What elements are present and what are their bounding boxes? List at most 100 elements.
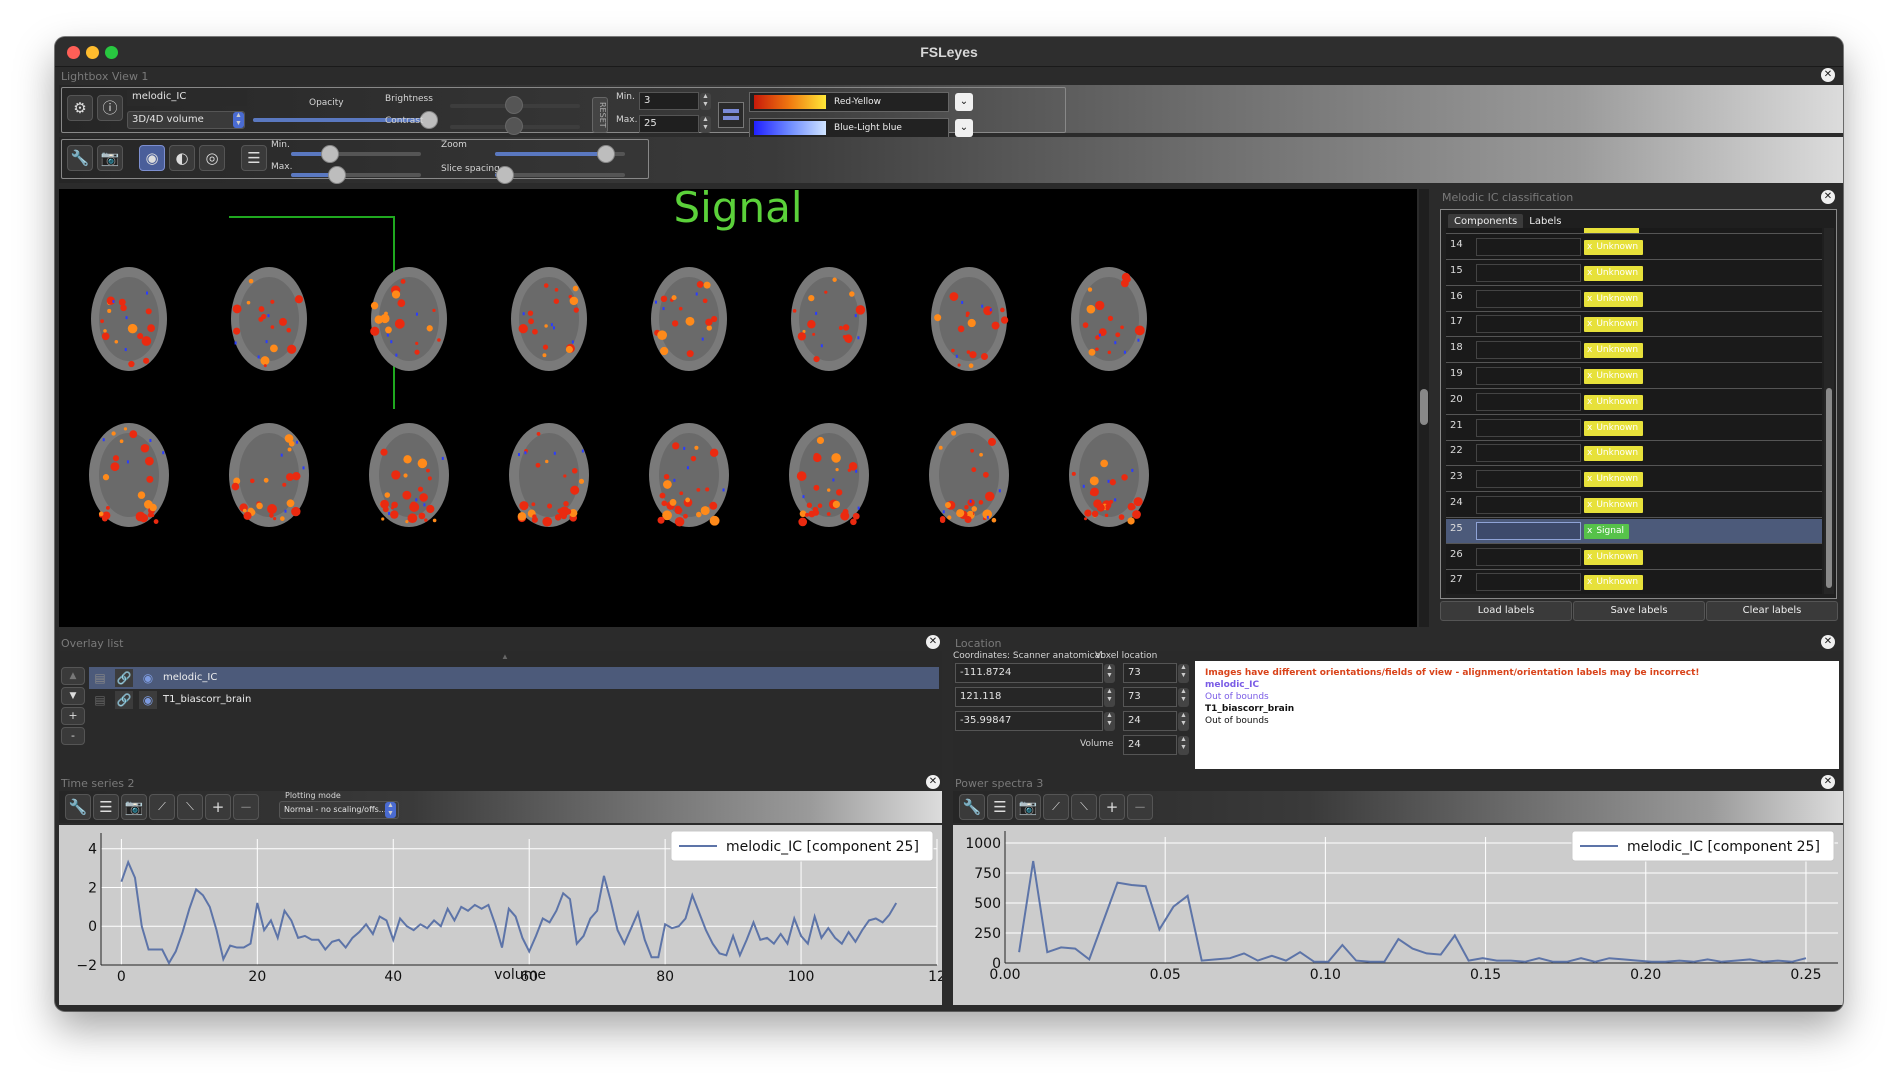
label-entry-field[interactable]: [1476, 444, 1581, 463]
label-entry-field[interactable]: [1476, 470, 1581, 489]
gear-icon[interactable]: ⚙: [67, 95, 93, 121]
component-label-tag[interactable]: x Unknown: [1584, 394, 1644, 410]
component-row[interactable]: 16 x Unknown: [1446, 287, 1822, 312]
lightbox-canvas[interactable]: Signal: [59, 183, 1417, 627]
remove-label-icon[interactable]: x: [1587, 292, 1592, 307]
component-label-tag[interactable]: x Signal: [1584, 523, 1629, 539]
overlay-item-t1[interactable]: ▤ 🔗 ◉ T1_biascorr_brain: [89, 689, 939, 711]
positive-colormap-select[interactable]: Red-Yellow: [749, 92, 949, 112]
remove-label-icon[interactable]: x: [1587, 369, 1592, 384]
component-label-tag[interactable]: x Unknown: [1584, 420, 1644, 436]
import-data-icon[interactable]: ⟋: [1043, 794, 1069, 820]
min-range-stepper[interactable]: ▲ ▼: [700, 93, 711, 110]
remove-label-icon[interactable]: x: [1587, 550, 1592, 565]
label-entry-field[interactable]: [1476, 573, 1581, 592]
remove-label-icon[interactable]: x: [1587, 240, 1592, 255]
label-entry-field[interactable]: [1476, 263, 1581, 282]
component-label-tag[interactable]: x Unknown: [1584, 265, 1644, 281]
camera-icon[interactable]: 📷: [97, 145, 123, 171]
component-label-tag[interactable]: x Unknown: [1584, 549, 1644, 565]
remove-series-icon[interactable]: −: [1127, 794, 1153, 820]
wrench-icon[interactable]: 🔧: [959, 794, 985, 820]
powerspectra-plot[interactable]: 0.00 0.05 0.10 0.15 0.20 0.25 0 250 500 750 1000 me…: [953, 825, 1843, 1005]
coordinate-x-stepper[interactable]: ▲ ▼: [1104, 664, 1115, 683]
positive-colormap-chevron-icon[interactable]: ⌄: [955, 93, 973, 111]
reset-button[interactable]: RESET: [592, 97, 608, 133]
component-label-tag[interactable]: x Unknown: [1584, 446, 1644, 462]
wrench-icon[interactable]: 🔧: [65, 794, 91, 820]
voxel-z-input[interactable]: 24: [1123, 711, 1177, 731]
remove-series-icon[interactable]: −: [233, 794, 259, 820]
component-label-tag[interactable]: x Unknown: [1584, 291, 1644, 307]
voxel-y-input[interactable]: 73: [1123, 687, 1177, 707]
component-row[interactable]: 15 x Unknown: [1446, 261, 1822, 286]
component-row[interactable]: 25 x Signal: [1446, 518, 1822, 544]
melodic-close-icon[interactable]: ✕: [1821, 190, 1835, 204]
coordinate-x-input[interactable]: -111.8724: [955, 663, 1103, 683]
max-range-stepper[interactable]: ▲ ▼: [700, 116, 711, 133]
label-entry-field[interactable]: [1476, 367, 1581, 385]
remove-label-icon[interactable]: x: [1587, 395, 1592, 410]
lightbox-scrollbar[interactable]: [1419, 189, 1429, 627]
save-overlay-icon[interactable]: ▤: [91, 691, 109, 709]
remove-label-icon[interactable]: x: [1587, 266, 1592, 281]
import-data-icon[interactable]: ⟋: [149, 794, 175, 820]
load-labels-button[interactable]: Load labels: [1440, 601, 1572, 621]
slice-max-knob[interactable]: [327, 166, 346, 184]
slice-range-icon[interactable]: ☰: [241, 145, 267, 171]
component-row[interactable]: 21 x Unknown: [1446, 416, 1822, 441]
coordinate-y-input[interactable]: 121.118: [955, 687, 1103, 707]
label-entry-field[interactable]: [1476, 341, 1581, 360]
wrench-icon[interactable]: 🔧: [67, 145, 93, 171]
overlay-scroll-up-icon[interactable]: ▲: [501, 652, 509, 661]
label-entry-field[interactable]: [1476, 315, 1581, 334]
component-row[interactable]: 20 x Unknown: [1446, 390, 1822, 415]
camera-icon[interactable]: 📷: [121, 794, 147, 820]
component-label-tag[interactable]: x Unknown: [1584, 498, 1644, 513]
component-row[interactable]: 17 x Unknown: [1446, 312, 1822, 338]
visibility-eye-icon[interactable]: ◉: [139, 691, 157, 709]
add-series-icon[interactable]: +: [1099, 794, 1125, 820]
remove-overlay-icon[interactable]: -: [61, 727, 85, 745]
remove-label-icon[interactable]: x: [1587, 472, 1592, 487]
remove-label-icon[interactable]: x: [1587, 317, 1592, 332]
coordinate-z-input[interactable]: -35.99847: [955, 711, 1103, 731]
tab-components[interactable]: Components: [1448, 214, 1524, 229]
label-entry-field[interactable]: [1476, 392, 1581, 411]
component-row[interactable]: 14 x Unknown: [1446, 235, 1822, 260]
label-entry-field[interactable]: [1476, 521, 1581, 540]
brightness-slider-knob[interactable]: [505, 96, 523, 114]
coronal-view-icon[interactable]: ◎: [199, 145, 225, 171]
powerspectra-close-icon[interactable]: ✕: [1821, 775, 1835, 789]
voxel-y-stepper[interactable]: ▲ ▼: [1178, 688, 1189, 707]
remove-label-icon[interactable]: x: [1587, 575, 1592, 590]
axial-view-icon[interactable]: ◉: [139, 145, 165, 171]
remove-label-icon[interactable]: x: [1587, 446, 1592, 461]
component-list-scroll-thumb[interactable]: [1826, 388, 1832, 588]
save-labels-button[interactable]: Save labels: [1573, 601, 1705, 621]
voxel-x-stepper[interactable]: ▲ ▼: [1178, 664, 1189, 683]
export-data-icon[interactable]: ⟍: [177, 794, 203, 820]
link-icon[interactable]: 🔗: [115, 669, 133, 687]
visibility-eye-icon[interactable]: ◉: [139, 669, 157, 687]
voxel-x-input[interactable]: 73: [1123, 663, 1177, 683]
remove-label-icon[interactable]: x: [1587, 343, 1592, 358]
component-label-tag[interactable]: x Unknown: [1584, 369, 1644, 384]
component-label-tag[interactable]: x Unknown: [1584, 240, 1644, 255]
move-down-icon[interactable]: ▼: [61, 687, 85, 705]
component-row[interactable]: 19 x Unknown: [1446, 364, 1822, 389]
component-row[interactable]: 23 x Unknown: [1446, 467, 1822, 493]
component-row[interactable]: 24 x Unknown: [1446, 493, 1822, 518]
zoom-slider-knob[interactable]: [596, 145, 615, 163]
component-row[interactable]: 18 x Unknown: [1446, 338, 1822, 364]
list-icon[interactable]: ☰: [93, 794, 119, 820]
min-range-input[interactable]: 3: [639, 92, 699, 110]
negative-colormap-chevron-icon[interactable]: ⌄: [955, 119, 973, 137]
camera-icon[interactable]: 📷: [1015, 794, 1041, 820]
remove-label-icon[interactable]: x: [1587, 498, 1592, 513]
coordinate-y-stepper[interactable]: ▲ ▼: [1104, 688, 1115, 707]
remove-label-icon[interactable]: x: [1587, 421, 1592, 436]
overlay-list-close-icon[interactable]: ✕: [926, 635, 940, 649]
component-row[interactable]: 26 x Unknown: [1446, 545, 1822, 570]
overlay-name-field[interactable]: melodic_IC: [127, 90, 247, 106]
